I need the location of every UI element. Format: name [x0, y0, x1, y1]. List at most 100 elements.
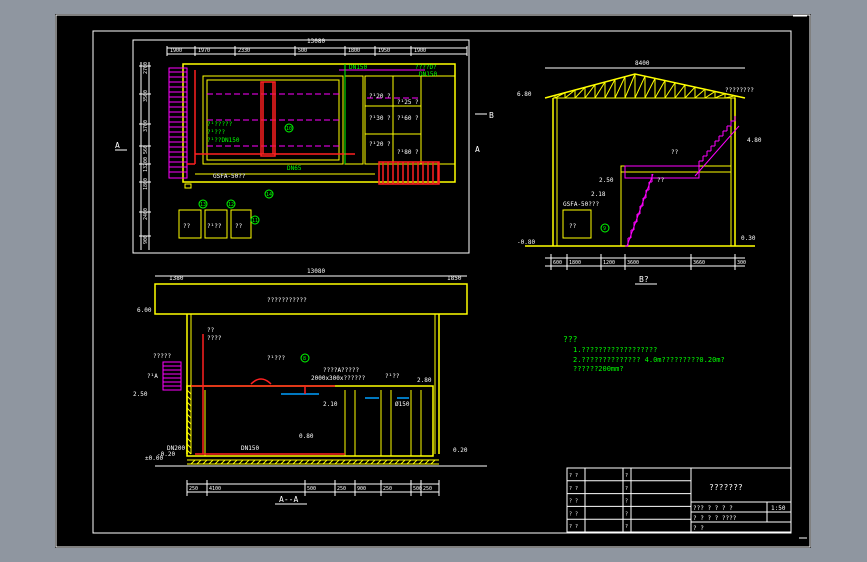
section-b: 8400 6.80 4.80 2.50 2.18 -0.80 0.30 ?? ?…: [517, 60, 762, 285]
truss-member: [634, 75, 646, 99]
title-block-row-b: ? ? ? ? ????: [693, 515, 737, 522]
section-a-title: A--A: [279, 495, 298, 504]
truss-member: [664, 82, 676, 99]
callout-number: 11: [252, 218, 258, 224]
tb-col-label: ?: [625, 499, 628, 505]
tb-row-label: ? ?: [569, 499, 578, 505]
hatch: [430, 459, 436, 465]
hatch: [316, 459, 322, 465]
hatch: [190, 459, 196, 465]
stair-string: [626, 173, 654, 247]
hatch: [280, 459, 286, 465]
section-a-elev-top: 2.80: [417, 377, 432, 384]
tb-row-label: ? ?: [569, 486, 578, 492]
hatch: [292, 459, 298, 465]
plan-room-6: ?¹80 ?: [397, 149, 419, 156]
notes-line-1: 1.??????????????????: [573, 346, 657, 354]
inner-frame: [92, 30, 792, 534]
tb-row-label: ? ?: [569, 524, 578, 530]
title-block-scale: 1:50: [771, 505, 786, 512]
section-a-elev-210: 2.10: [323, 401, 338, 408]
section-b-stair-label2: ??: [657, 177, 665, 184]
hatch: [196, 459, 202, 465]
hatch: [202, 459, 208, 465]
title-block: ? ? ? ? ? ? ? ? ? ?????? ??????? ??? ? ? ? ?…: [566, 467, 792, 533]
section-a-roof-label: ???????????: [267, 297, 307, 304]
section-a-pipe-note3: ????: [207, 335, 222, 342]
truss-member: [704, 91, 716, 99]
section-b-bottom-dim: 3660: [693, 260, 705, 266]
section-b-elev-bottom-left: -0.80: [517, 239, 535, 246]
hatch: [310, 459, 316, 465]
callout-number: 10: [286, 126, 292, 132]
drawing-sheet: .w{stroke:#ffffff;fill:none;stroke-width…: [55, 14, 811, 548]
plan-room-5: ?¹20 ?: [369, 141, 391, 148]
truss-member: [644, 78, 656, 99]
section-b-callout: 9: [603, 226, 606, 232]
section-a-bottom-dim: 250: [383, 486, 392, 492]
hatch: [400, 459, 406, 465]
section-b-title: B?: [639, 275, 649, 284]
hatch: [370, 459, 376, 465]
hatch: [244, 459, 250, 465]
section-a-bottom-dim: 900: [357, 486, 366, 492]
plan-top-dim: 1900: [170, 48, 182, 54]
hatch: [394, 459, 400, 465]
hatch: [232, 459, 238, 465]
section-a-top-dim: 13080: [307, 268, 325, 275]
plan-top-dim: 500: [298, 48, 307, 54]
tb-col-label: ?: [625, 473, 628, 479]
hatch: [238, 459, 244, 465]
section-a-callout: 8: [303, 356, 306, 362]
tb-col-label: ?: [625, 524, 628, 530]
section-b-bottom-dim: 3600: [627, 260, 639, 266]
section-a-mid-note: ????A?????: [323, 367, 360, 374]
section-a-elev-080: 0.80: [299, 433, 314, 440]
section-b-bottom-dim: 1800: [569, 260, 581, 266]
plan-dn150-b: DN150: [419, 71, 437, 78]
hatch: [286, 459, 292, 465]
hatch: [340, 459, 346, 465]
hatch: [376, 459, 382, 465]
section-b-gsfa: GSFA-50???: [563, 201, 600, 208]
plan-overall-dim: 13080: [307, 38, 325, 45]
hatch: [268, 459, 274, 465]
truss-member: [654, 80, 666, 99]
plan-pool-c: ?¹??DN150: [207, 137, 240, 144]
section-b-box: ??: [569, 223, 577, 230]
section-b-bottom-dim: 600: [553, 260, 562, 266]
section-a-mid-note2: 2000x300x??????: [311, 375, 366, 382]
plan-side-b: B: [489, 111, 494, 120]
truss-member: [614, 76, 626, 99]
plan-gsfa: GSFA-50??: [213, 173, 246, 180]
tb-row-label: ? ?: [569, 511, 578, 517]
plan-top-dim: 1900: [414, 48, 426, 54]
hatch: [334, 459, 340, 465]
plan-pool-a: ?¹?????: [207, 121, 233, 128]
hatch: [346, 459, 352, 465]
section-a-pool1: ?¹??: [385, 373, 400, 380]
section-a-pipe-note2: ??: [207, 327, 215, 334]
plan-dn150-a: DN150: [349, 64, 367, 71]
section-a-elev-250: 2.50: [133, 391, 148, 398]
hatch: [406, 459, 412, 465]
plan-side-dim: 3500: [143, 90, 149, 102]
plan-room-1: ?¹20 ?: [369, 93, 391, 100]
section-a-left-dim: 1380: [169, 275, 184, 282]
plan-side-dim: 2400: [143, 208, 149, 220]
hatch: [382, 459, 388, 465]
hatch: [412, 459, 418, 465]
section-a-elev-n020: -0.20: [157, 451, 175, 458]
plan-side-dim: 1800: [143, 178, 149, 190]
tb-row-label: ? ?: [569, 473, 578, 479]
hatch: [256, 459, 262, 465]
section-a-dn150: DN150: [241, 445, 259, 452]
section-a-bottom-dim: 250: [337, 486, 346, 492]
hatch: [298, 459, 304, 465]
section-b-roof-note: ????????: [725, 87, 754, 94]
callout-number: 12: [228, 202, 234, 208]
section-a-bottom-dim: 250: [423, 486, 432, 492]
cad-drawing: .w{stroke:#ffffff;fill:none;stroke-width…: [55, 14, 811, 548]
plan-box-3: ??: [235, 223, 243, 230]
plan-box-1: ??: [183, 223, 191, 230]
